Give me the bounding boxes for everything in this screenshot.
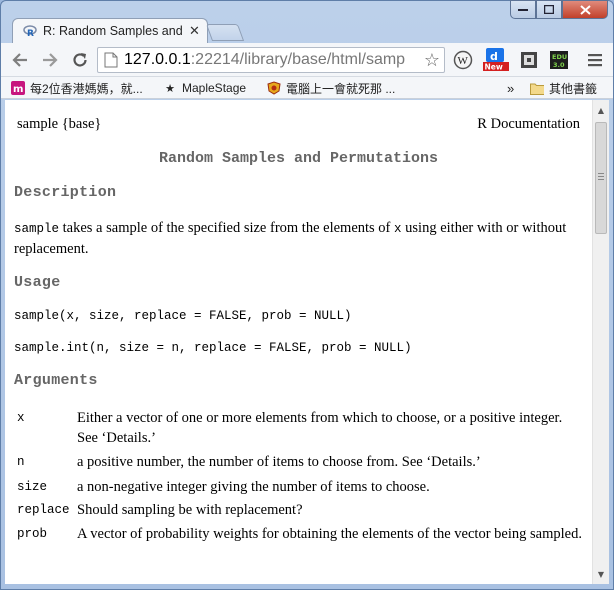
- page-content: sample {base} R Documentation Random Sam…: [5, 100, 592, 584]
- grip-icon: [598, 173, 604, 180]
- bookmark-item[interactable]: 電腦上一會就死那 ...: [267, 80, 395, 96]
- edu-extension-icon[interactable]: EDU 3.0: [549, 50, 569, 70]
- reload-icon: [73, 53, 87, 67]
- usage-line: sample(x, size, replace = FALSE, prob = …: [14, 309, 352, 323]
- argument-description: A vector of probability weights for obta…: [77, 526, 582, 542]
- svg-text:EDU: EDU: [552, 53, 567, 61]
- maximize-icon: [544, 5, 554, 14]
- r-logo-icon: R: [23, 24, 37, 38]
- url-host: 127.0.0.1: [124, 51, 191, 68]
- hamburger-menu-icon: [588, 54, 602, 67]
- browser-tab[interactable]: R R: Random Samples and ✕: [12, 18, 208, 43]
- topic-label: sample {base}: [17, 116, 102, 132]
- argument-description: a positive number, the number of items t…: [77, 454, 481, 470]
- svg-text:W: W: [458, 55, 469, 67]
- close-icon: [579, 4, 591, 15]
- argument-description: a non-negative integer giving the number…: [77, 479, 430, 495]
- argument-name: x: [17, 411, 25, 425]
- svg-text:d: d: [490, 50, 498, 63]
- argument-name: prob: [17, 527, 48, 541]
- argument-name: size: [17, 480, 48, 494]
- page-icon: [104, 52, 118, 68]
- bookmark-item[interactable]: m 每2位香港媽媽，就...: [11, 80, 143, 96]
- window-close-button[interactable]: [562, 0, 608, 19]
- scroll-up-arrow-icon[interactable]: ▲: [593, 102, 609, 118]
- tab-close-icon[interactable]: ✕: [189, 24, 200, 39]
- section-heading-arguments: Arguments: [14, 372, 98, 389]
- bookmarks-overflow-button[interactable]: »: [507, 80, 514, 96]
- back-arrow-icon: [12, 53, 27, 67]
- reload-button[interactable]: [69, 49, 91, 71]
- url-text: 127.0.0.1:22214/library/base/html/samp: [124, 51, 424, 69]
- folder-icon: [530, 81, 544, 95]
- bookmark-label: MapleStage: [182, 81, 247, 95]
- argument-name: n: [17, 455, 25, 469]
- section-heading-usage: Usage: [14, 274, 61, 291]
- page-title: Random Samples and Permutations: [158, 150, 439, 167]
- section-heading-description: Description: [14, 184, 117, 201]
- tab-title: R: Random Samples and: [43, 24, 183, 38]
- svg-text:3.0: 3.0: [553, 61, 565, 69]
- url-path: :22214/library/base/html/samp: [190, 51, 406, 68]
- star-icon: ★: [165, 82, 175, 95]
- minimize-icon: [518, 8, 528, 11]
- minimize-button[interactable]: [510, 0, 536, 19]
- maximize-button[interactable]: [536, 0, 562, 19]
- forward-button[interactable]: [39, 49, 61, 71]
- vertical-scrollbar[interactable]: ▲ ▼: [592, 100, 609, 584]
- bookmark-label: 電腦上一會就死那 ...: [286, 81, 396, 96]
- svg-text:New: New: [485, 63, 503, 72]
- svg-text:m: m: [13, 84, 23, 95]
- wikipedia-extension-icon[interactable]: W: [453, 50, 473, 70]
- scrollbar-thumb[interactable]: [595, 122, 607, 234]
- toolbar: 127.0.0.1:22214/library/base/html/samp ☆…: [1, 43, 613, 77]
- scroll-down-arrow-icon[interactable]: ▼: [593, 566, 609, 582]
- argument-description: Should sampling be with replacement?: [77, 502, 303, 518]
- m-logo-icon: m: [11, 81, 25, 95]
- new-tab-button[interactable]: [205, 24, 245, 41]
- argument-description: Either a vector of one or more elements …: [77, 410, 563, 446]
- code-inline: x: [394, 222, 402, 236]
- other-bookmarks-label: 其他書籤: [549, 81, 598, 96]
- bookmark-label: 每2位香港媽媽，就...: [30, 81, 143, 96]
- other-bookmarks-folder[interactable]: 其他書籤: [530, 80, 597, 96]
- doc-label: R Documentation: [477, 116, 580, 132]
- argument-name: replace: [17, 503, 70, 517]
- back-button[interactable]: [9, 49, 31, 71]
- menu-button[interactable]: [585, 50, 605, 70]
- bookmark-item[interactable]: ★ MapleStage: [163, 80, 246, 96]
- svg-text:R: R: [27, 29, 34, 38]
- download-extension-icon[interactable]: d New: [483, 48, 511, 72]
- description-text: takes a sample of the specified size fro…: [59, 220, 395, 236]
- usage-line: sample.int(n, size = n, replace = FALSE,…: [14, 341, 412, 355]
- forward-arrow-icon: [43, 53, 58, 67]
- bookmark-star-icon[interactable]: ☆: [424, 50, 440, 71]
- address-bar[interactable]: 127.0.0.1:22214/library/base/html/samp ☆: [97, 47, 445, 73]
- crest-icon: [267, 81, 281, 95]
- puzzle-extension-icon[interactable]: [519, 50, 539, 70]
- code-inline: sample: [14, 222, 60, 236]
- description-paragraph: sample takes a sample of the specified s…: [14, 218, 584, 259]
- bookmarks-bar: m 每2位香港媽媽，就... ★ MapleStage 電腦上一會就死那 ...…: [1, 77, 613, 99]
